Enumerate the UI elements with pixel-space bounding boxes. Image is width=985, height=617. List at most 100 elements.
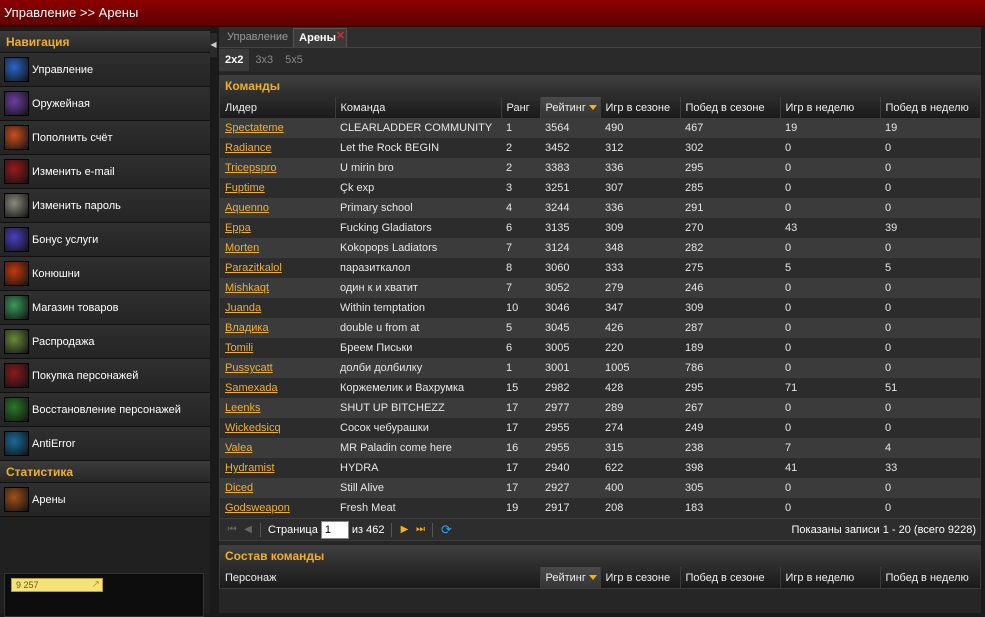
leader-cell[interactable]: Spectateme xyxy=(220,118,335,138)
col-season-games[interactable]: Игр в сезоне xyxy=(600,97,680,118)
leader-cell[interactable]: Tricepspro xyxy=(220,158,335,178)
table-row[interactable]: HydramistHYDRA1729406223984133 xyxy=(220,458,980,478)
table-row[interactable]: TricepsproU mirin bro2338333629500 xyxy=(220,158,980,178)
last-page-icon[interactable]: ⏭ xyxy=(412,524,428,535)
leader-cell[interactable]: Diced xyxy=(220,478,335,498)
col-week-games[interactable]: Игр в неделю xyxy=(780,97,880,118)
sidebar-item-7[interactable]: Магазин товаров xyxy=(0,291,210,325)
sidebar-item-3[interactable]: Изменить e-mail xyxy=(0,155,210,189)
tab-manage[interactable]: Управление xyxy=(222,28,293,47)
team-cell: Within temptation xyxy=(335,298,501,318)
col-roster-rating[interactable]: Рейтинг xyxy=(540,567,600,588)
sidebar-item-label: Изменить e-mail xyxy=(32,166,115,178)
leader-cell[interactable]: Juanda xyxy=(220,298,335,318)
table-row[interactable]: AquennoPrimary school4324433629100 xyxy=(220,198,980,218)
sidebar-item-8[interactable]: Распродажа xyxy=(0,325,210,359)
prev-page-icon[interactable]: ◀ xyxy=(240,524,256,535)
table-row[interactable]: JuandaWithin temptation10304634730900 xyxy=(220,298,980,318)
leader-cell[interactable]: Leenks xyxy=(220,398,335,418)
leader-cell[interactable]: Parazitkalol xyxy=(220,258,335,278)
col-roster-season-wins[interactable]: Побед в сезоне xyxy=(680,567,780,588)
col-week-wins[interactable]: Побед в неделю xyxy=(880,97,980,118)
rating-cell: 3564 xyxy=(540,118,600,138)
tab-2x2[interactable]: 2x2 xyxy=(219,49,249,71)
sidebar-item-4[interactable]: Изменить пароль xyxy=(0,189,210,223)
season-games-cell: 428 xyxy=(600,378,680,398)
tab-arenas[interactable]: Арены ✕ xyxy=(293,28,347,47)
sidebar-item-6[interactable]: Конюшни xyxy=(0,257,210,291)
sidebar-collapse-button[interactable]: ◀ xyxy=(210,33,217,57)
first-page-icon[interactable]: ⏮ xyxy=(224,524,240,535)
col-rating[interactable]: Рейтинг xyxy=(540,97,600,118)
table-row[interactable]: SpectatemeCLEARLADDER COMMUNITY135644904… xyxy=(220,118,980,138)
stats-item-0[interactable]: Арены xyxy=(0,483,210,517)
col-leader[interactable]: Лидер xyxy=(220,97,335,118)
table-row[interactable]: Владикаdouble u from at5304542628700 xyxy=(220,318,980,338)
sidebar-item-9[interactable]: Покупка персонажей xyxy=(0,359,210,393)
table-row[interactable]: EppaFucking Gladiators631353092704339 xyxy=(220,218,980,238)
table-row[interactable]: FuptimeÇk exp3325130728500 xyxy=(220,178,980,198)
table-row[interactable]: SamexadaКоржемелик и Вахрумка15298242829… xyxy=(220,378,980,398)
tab-5x5[interactable]: 5x5 xyxy=(279,49,309,71)
close-icon[interactable]: ✕ xyxy=(336,27,345,46)
refresh-icon[interactable]: ⟳ xyxy=(437,522,455,538)
col-rank[interactable]: Ранг xyxy=(501,97,540,118)
promo-banner[interactable]: 9 257 ↗ xyxy=(4,573,204,617)
sidebar-item-label: Пополнить счёт xyxy=(32,132,113,144)
leader-cell[interactable]: Владика xyxy=(220,318,335,338)
week-games-cell: 0 xyxy=(780,238,880,258)
leader-cell[interactable]: Fuptime xyxy=(220,178,335,198)
leader-cell[interactable]: Tomili xyxy=(220,338,335,358)
sidebar-item-11[interactable]: AntiError xyxy=(0,427,210,461)
table-row[interactable]: DicedStill Alive17292740030500 xyxy=(220,478,980,498)
sidebar-item-label: Управление xyxy=(32,64,93,76)
sidebar-item-label: Изменить пароль xyxy=(32,200,121,212)
col-season-wins[interactable]: Побед в сезоне xyxy=(680,97,780,118)
col-roster-week-games[interactable]: Игр в неделю xyxy=(780,567,880,588)
leader-cell[interactable]: Godsweapon xyxy=(220,498,335,518)
sidebar-item-1[interactable]: Оружейная xyxy=(0,87,210,121)
roster-panel: Состав команды Персонаж Рейтинг Игр в се… xyxy=(219,545,981,589)
sidebar-item-10[interactable]: Восстановление персонажей xyxy=(0,393,210,427)
leader-cell[interactable]: Samexada xyxy=(220,378,335,398)
tab-3x3[interactable]: 3x3 xyxy=(249,49,279,71)
table-row[interactable]: Mishkaqtодин к и хватит7305227924600 xyxy=(220,278,980,298)
table-row[interactable]: WickedsicqСосок чебурашки17295527424900 xyxy=(220,418,980,438)
next-page-icon[interactable]: ▶ xyxy=(396,524,412,535)
leader-cell[interactable]: Eppa xyxy=(220,218,335,238)
col-character[interactable]: Персонаж xyxy=(220,567,540,588)
app-layout: Навигация УправлениеОружейнаяПополнить с… xyxy=(0,27,985,613)
leader-cell[interactable]: Pussycatt xyxy=(220,358,335,378)
col-roster-season-games[interactable]: Игр в сезоне xyxy=(600,567,680,588)
sidebar-item-0[interactable]: Управление xyxy=(0,53,210,87)
col-roster-week-wins[interactable]: Побед в неделю xyxy=(880,567,980,588)
leader-cell[interactable]: Valea xyxy=(220,438,335,458)
table-row[interactable]: MortenKokopops Ladiators7312434828200 xyxy=(220,238,980,258)
season-games-cell: 1005 xyxy=(600,358,680,378)
table-row[interactable]: Parazitkalolпаразиткалол8306033327555 xyxy=(220,258,980,278)
table-row[interactable]: Pussycattдолби долбилку13001100578600 xyxy=(220,358,980,378)
leader-cell[interactable]: Morten xyxy=(220,238,335,258)
sidebar-item-label: Оружейная xyxy=(32,98,90,110)
rating-cell: 3001 xyxy=(540,358,600,378)
week-games-cell: 0 xyxy=(780,278,880,298)
col-team[interactable]: Команда xyxy=(335,97,501,118)
leader-cell[interactable]: Aquenno xyxy=(220,198,335,218)
sidebar-item-5[interactable]: Бонус услуги xyxy=(0,223,210,257)
sidebar-item-label: Магазин товаров xyxy=(32,302,118,314)
sidebar-item-2[interactable]: Пополнить счёт xyxy=(0,121,210,155)
team-cell: Бреем Письки xyxy=(335,338,501,358)
season-wins-cell: 287 xyxy=(680,318,780,338)
table-row[interactable]: TomiliБреем Письки6300522018900 xyxy=(220,338,980,358)
pager-divider xyxy=(260,523,261,537)
table-row[interactable]: ValeaMR Paladin come here16295531523874 xyxy=(220,438,980,458)
table-row[interactable]: GodsweaponFresh Meat19291720818300 xyxy=(220,498,980,518)
page-input[interactable] xyxy=(321,521,349,539)
leader-cell[interactable]: Radiance xyxy=(220,138,335,158)
table-row[interactable]: LeenksSHUT UP BITCHEZZ17297728926700 xyxy=(220,398,980,418)
leader-cell[interactable]: Hydramist xyxy=(220,458,335,478)
leader-cell[interactable]: Wickedsicq xyxy=(220,418,335,438)
table-row[interactable]: RadianceLet the Rock BEGIN2345231230200 xyxy=(220,138,980,158)
leader-cell[interactable]: Mishkaqt xyxy=(220,278,335,298)
season-wins-cell: 295 xyxy=(680,158,780,178)
